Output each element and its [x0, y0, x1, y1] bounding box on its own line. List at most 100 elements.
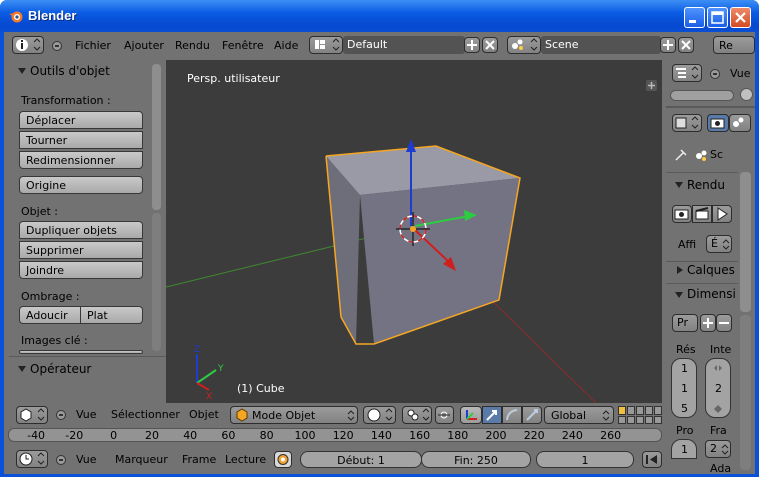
render-engine-selector[interactable]: Re [713, 36, 755, 54]
menu-playback[interactable]: Lecture [225, 453, 266, 466]
frame-start-value[interactable]: 2 [715, 382, 722, 395]
menu-fenetre[interactable]: Fenêtre [222, 39, 264, 52]
resolution-percent-value[interactable]: 5 [681, 402, 688, 415]
translate-manipulator-button[interactable] [482, 406, 502, 424]
layer-button[interactable] [636, 406, 644, 415]
pro-field[interactable]: 1 [671, 439, 697, 459]
maximize-button[interactable] [707, 7, 728, 28]
outliner-scrollbar[interactable] [670, 90, 734, 101]
layers-grid[interactable] [618, 406, 662, 424]
title-bar[interactable]: Blender [0, 0, 759, 32]
scene-selector[interactable] [507, 36, 541, 54]
dimensions-panel-title[interactable]: Dimensi [687, 287, 736, 301]
gizmo-z-head[interactable] [406, 139, 416, 152]
layer-button[interactable] [654, 415, 662, 424]
menu-ajouter[interactable]: Ajouter [124, 39, 164, 52]
keyframes-button-partial[interactable] [19, 350, 143, 354]
expand-triangle-icon[interactable] [18, 67, 26, 75]
menu-marker[interactable]: Marqueur [115, 453, 168, 466]
origin-button[interactable]: Origine [19, 176, 143, 194]
layer-button-active[interactable] [618, 406, 626, 415]
join-button[interactable]: Joindre [19, 261, 143, 279]
expand-triangle-icon[interactable] [675, 181, 683, 189]
layer-button[interactable] [627, 415, 635, 424]
render-context-tab[interactable] [707, 114, 729, 132]
menu-fichier[interactable]: Fichier [75, 39, 111, 52]
layer-button[interactable] [654, 406, 662, 415]
transform-orientation-selector[interactable]: Global [544, 406, 614, 424]
tools-panel-title[interactable]: Outils d'objet [30, 64, 110, 78]
layer-button[interactable] [627, 406, 635, 415]
outliner-scroll-end[interactable] [740, 88, 753, 101]
scene-context-tab[interactable] [729, 114, 751, 132]
layer-button[interactable] [618, 415, 626, 424]
viewport-properties-toggle[interactable] [646, 80, 657, 91]
end-frame-field[interactable]: Fin: 250 [421, 451, 531, 468]
scene-name[interactable]: Scene [541, 36, 661, 54]
jump-to-start-button[interactable] [642, 451, 662, 468]
menu-rendu[interactable]: Rendu [175, 39, 210, 52]
editor-type-properties-selector[interactable] [672, 114, 702, 132]
remove-preset-button[interactable] [716, 314, 732, 332]
outliner-view-menu[interactable]: Vue [730, 67, 751, 80]
menu-object[interactable]: Objet [189, 408, 219, 421]
expand-triangle-icon[interactable] [18, 365, 26, 373]
toolshelf-scrollbar[interactable] [152, 64, 161, 210]
menu-frame[interactable]: Frame [182, 453, 216, 466]
collapse-menu-icon[interactable] [56, 455, 66, 465]
scale-button[interactable]: Redimensionner [19, 151, 143, 169]
expand-triangle-icon[interactable] [675, 291, 683, 299]
collapse-menu-icon[interactable] [52, 41, 62, 51]
menu-aide[interactable]: Aide [274, 39, 298, 52]
collapse-menu-icon[interactable] [710, 69, 720, 79]
render-panel-title[interactable]: Rendu [687, 178, 725, 192]
interaction-mode-selector[interactable]: Mode Objet [230, 406, 358, 424]
transform-manipulator-toggle[interactable] [460, 406, 482, 424]
collapsed-triangle-icon[interactable] [676, 266, 684, 274]
resolution-y-value[interactable]: 1 [681, 382, 688, 395]
current-frame-field[interactable]: 1 [536, 451, 634, 468]
fra-selector[interactable]: 2 [705, 440, 731, 458]
collapse-menu-icon[interactable] [56, 410, 66, 420]
editor-type-outliner-selector[interactable] [672, 64, 702, 82]
pro-value[interactable]: 1 [681, 443, 688, 456]
add-scene-button[interactable] [660, 37, 676, 53]
screen-layout-name[interactable]: Default [343, 36, 465, 54]
minimize-button[interactable] [684, 7, 705, 28]
resolution-x-value[interactable]: 1 [681, 362, 688, 375]
scale-manipulator-button[interactable] [522, 406, 542, 424]
layer-button[interactable] [645, 406, 653, 415]
frame-range-fields[interactable]: 2 [705, 358, 731, 418]
operator-panel-title[interactable]: Opérateur [30, 362, 91, 376]
auto-keyframe-button[interactable] [274, 451, 292, 468]
add-screen-button[interactable] [464, 37, 480, 53]
properties-scrollbar[interactable] [740, 172, 751, 312]
viewport-shading-selector[interactable] [363, 406, 396, 424]
editor-type-3dview-selector[interactable] [16, 406, 48, 424]
layers-panel-title[interactable]: Calques [687, 263, 735, 277]
properties-scroll-track[interactable] [740, 315, 751, 470]
pin-icon[interactable] [674, 148, 688, 162]
add-preset-button[interactable] [700, 314, 716, 332]
menu-timeline-view[interactable]: Vue [76, 453, 97, 466]
toolshelf-scroll-track[interactable] [152, 213, 161, 351]
close-button[interactable] [730, 7, 751, 28]
delete-scene-button[interactable] [678, 37, 694, 53]
3d-viewport[interactable]: Z Y X Persp. utilisateur (1) Cube [166, 60, 662, 403]
layer-button[interactable] [645, 415, 653, 424]
layer-button[interactable] [636, 415, 644, 424]
smooth-shading-button[interactable]: Adoucir [19, 306, 81, 324]
render-preset-selector[interactable]: Pr [672, 314, 698, 332]
move-button[interactable]: Déplacer [19, 111, 143, 129]
play-rendered-button[interactable] [712, 205, 732, 223]
render-image-button[interactable] [672, 205, 692, 223]
rotate-manipulator-button[interactable] [502, 406, 522, 424]
menu-select[interactable]: Sélectionner [111, 408, 180, 421]
timeline-ruler[interactable]: -40 -20 0 20 40 60 80 100 120 140 160 180 200 220 240 2… [8, 428, 662, 442]
pivot-point-selector[interactable] [402, 406, 432, 424]
flat-shading-button[interactable]: Plat [80, 306, 143, 324]
menu-view[interactable]: Vue [76, 408, 97, 421]
display-mode-selector[interactable]: É [706, 235, 732, 253]
editor-type-timeline-selector[interactable] [16, 450, 48, 468]
resolution-fields[interactable]: 1 1 5 [671, 358, 697, 418]
